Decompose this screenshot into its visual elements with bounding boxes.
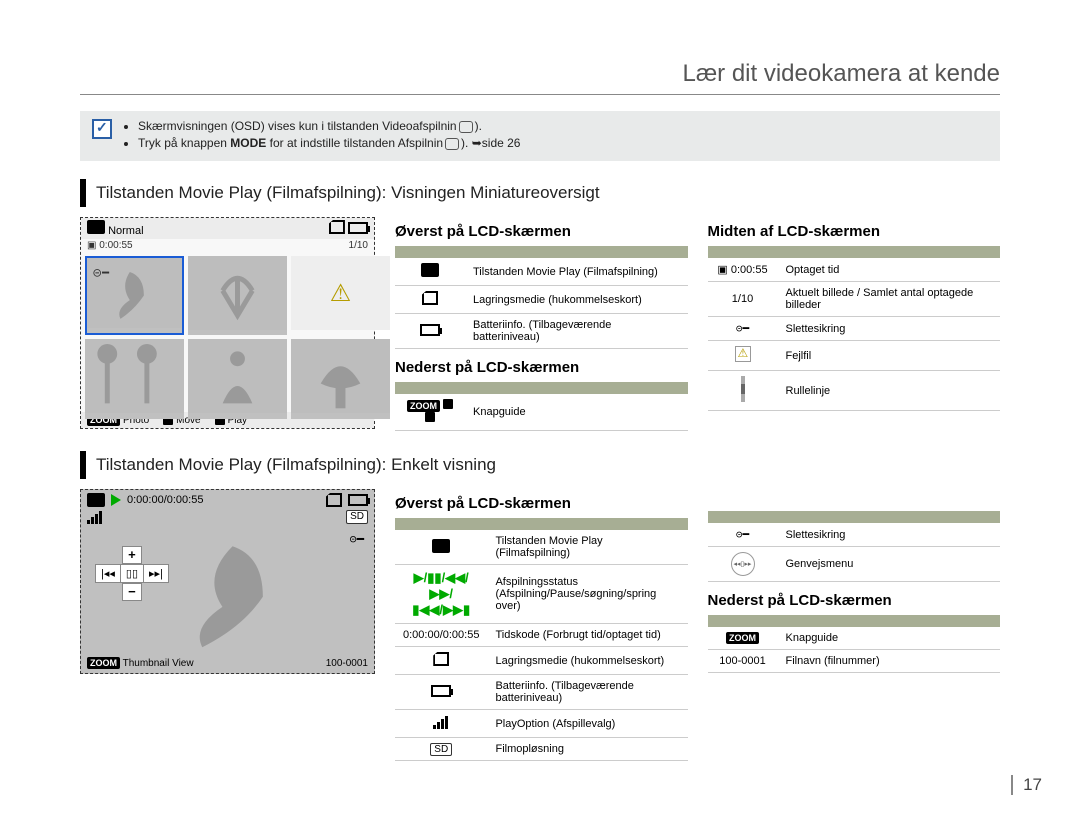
thumbnail-warn[interactable]: ⚠	[291, 256, 390, 330]
sub-heading-mid: Midten af LCD-skærmen	[708, 223, 1001, 240]
zoom-label-icon: ZOOM	[87, 657, 120, 669]
play-mode-icon	[459, 121, 473, 133]
osd-table-mid: ▣ 0:00:55Optaget tid 1/10Aktuelt billede…	[708, 246, 1001, 411]
playoption-icon	[87, 510, 103, 524]
thumbnail[interactable]	[188, 339, 287, 418]
card-icon	[433, 652, 449, 666]
scrollbar-icon	[741, 376, 745, 402]
section-heading-thumbnail: Tilstanden Movie Play (Filmafspilning): …	[80, 179, 1000, 207]
sub-heading-top-2: Øverst på LCD-skærmen	[395, 495, 688, 512]
osd-table-top: Tilstanden Movie Play (Filmafspilning) L…	[395, 246, 688, 349]
thumbnail[interactable]	[85, 339, 184, 418]
movie-mode-icon	[421, 263, 439, 277]
note-icon	[92, 119, 112, 139]
section-heading-single: Tilstanden Movie Play (Filmafspilning): …	[80, 451, 1000, 479]
card-icon	[422, 291, 438, 305]
card-icon	[329, 220, 345, 234]
warning-icon	[735, 346, 751, 362]
page-title: Lær dit videokamera at kende	[80, 60, 1000, 95]
lcd-thumbnail-view: Normal ▣ 0:00:55 1/10 ⊝━ ⚠	[80, 217, 375, 429]
resolution-icon: SD	[430, 743, 452, 756]
movie-mode-icon	[87, 220, 105, 234]
ref-arrow-icon	[472, 136, 482, 150]
osd-table-top-2: Tilstanden Movie Play (Filmafspilning) ▶…	[395, 518, 688, 761]
osd-table-bottom-2: ZOOMKnapguide 100-0001Filnavn (filnummer…	[708, 615, 1001, 673]
movie-mode-icon	[432, 539, 450, 553]
zoom-icon: ZOOM	[726, 632, 759, 644]
lock-icon: ⊝━	[350, 532, 364, 546]
playback-controls[interactable]: + |◂◂▯▯▸▸| −	[95, 546, 169, 601]
shortcut-menu-icon: ◂◂▯▸▸	[731, 552, 755, 576]
info-bullet-2: Tryk på knappen MODE for at indstille ti…	[138, 136, 520, 150]
battery-icon	[431, 685, 451, 697]
svg-text:⊝━: ⊝━	[92, 267, 110, 280]
play-status-icons: ▶/▮▮/◀◀/▶▶/▮◀◀/▶▶▮	[412, 570, 470, 617]
battery-icon	[348, 494, 368, 506]
play-status-icon	[111, 494, 121, 506]
battery-icon	[348, 222, 368, 234]
thumbnail[interactable]	[291, 339, 390, 418]
zoom-icon: ZOOM	[407, 400, 440, 412]
lcd-single-view: 0:00:00/0:00:55 SD ⊝━ +	[80, 489, 375, 674]
card-icon	[326, 493, 342, 507]
movie-mode-icon	[87, 493, 105, 507]
info-callout: Skærmvisningen (OSD) vises kun i tilstan…	[80, 111, 1000, 161]
sub-heading-bottom-2: Nederst på LCD-skærmen	[708, 592, 1001, 609]
osd-table-bottom: ZOOM Knapguide	[395, 382, 688, 431]
sub-heading-bottom: Nederst på LCD-skærmen	[395, 359, 688, 376]
battery-icon	[420, 324, 440, 336]
sub-heading-top: Øverst på LCD-skærmen	[395, 223, 688, 240]
info-bullet-1: Skærmvisningen (OSD) vises kun i tilstan…	[138, 119, 520, 133]
thumbnail-selected[interactable]: ⊝━	[85, 256, 184, 335]
lock-icon: ⊝━	[736, 322, 749, 335]
thumbnail[interactable]	[188, 256, 287, 335]
mode-icon	[445, 138, 459, 150]
resolution-badge: SD	[346, 510, 368, 524]
lock-icon: ⊝━	[736, 528, 749, 541]
page-number: 17	[1011, 775, 1042, 795]
playoption-icon	[433, 715, 449, 729]
osd-table-top-2-right: ⊝━Slettesikring ◂◂▯▸▸Genvejsmenu	[708, 511, 1001, 582]
